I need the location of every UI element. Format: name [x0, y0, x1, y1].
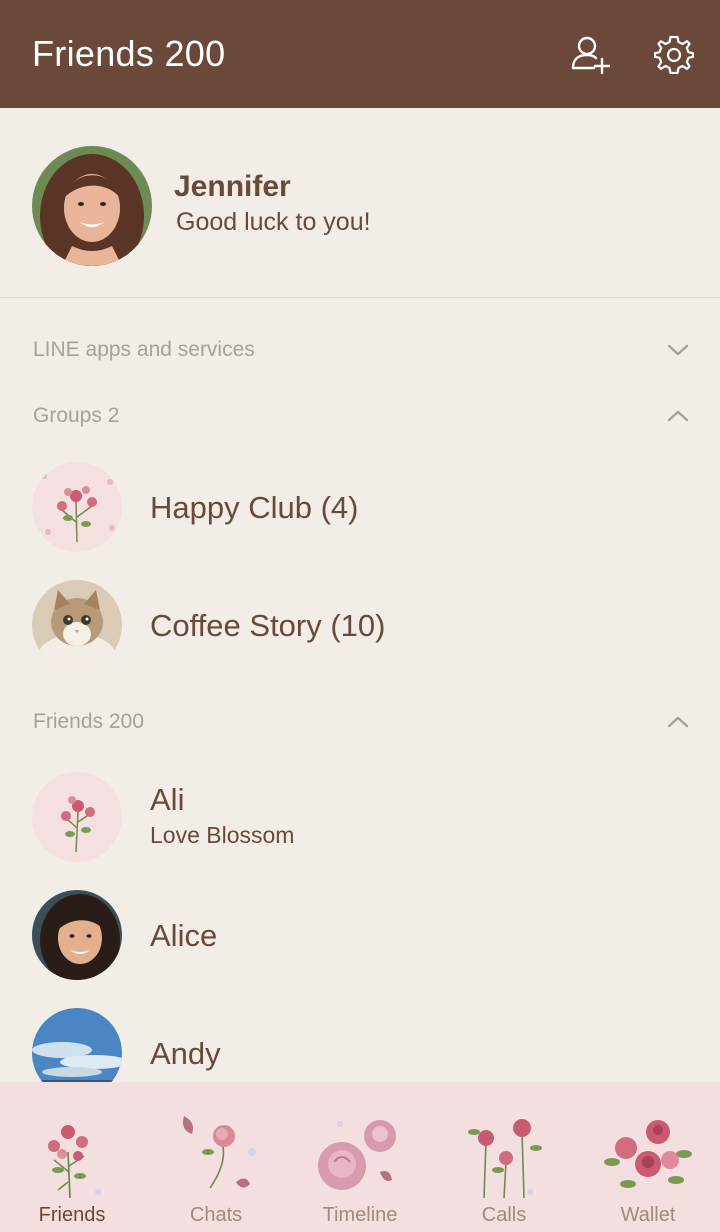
group-name: Happy Club (4)	[150, 490, 359, 525]
section-friends[interactable]: Friends 200	[0, 692, 720, 752]
add-friend-icon[interactable]	[570, 34, 610, 74]
my-profile[interactable]: Jennifer Good luck to you!	[0, 108, 720, 298]
section-label: Friends 200	[33, 710, 144, 733]
rose-stems-icon	[468, 1119, 542, 1199]
friend-name: Andy	[150, 1036, 221, 1071]
cat-photo-icon	[32, 580, 122, 670]
list-item[interactable]: Coffee Story (10)	[0, 568, 720, 680]
rose-bouquet-icon	[48, 1125, 101, 1199]
list-item[interactable]: Ali Love Blossom	[0, 760, 720, 872]
rose-sticker-icon	[32, 772, 122, 862]
tab-label: Calls	[481, 1204, 527, 1226]
woman-photo-icon	[32, 890, 122, 980]
group-name: Coffee Story (10)	[150, 608, 386, 643]
app-header: Friends 200	[0, 0, 720, 108]
pink-rose-icon	[318, 1120, 396, 1190]
avatar[interactable]	[32, 146, 152, 266]
tab-friends[interactable]: Friends	[0, 1082, 144, 1232]
avatar	[32, 462, 122, 552]
rose-petals-icon	[183, 1116, 256, 1189]
chevron-down-icon[interactable]	[666, 342, 690, 358]
profile-name: Jennifer	[174, 170, 291, 203]
tab-label: Chats	[189, 1204, 243, 1226]
page-title: Friends 200	[32, 33, 226, 74]
rose-cluster-icon	[604, 1120, 692, 1188]
avatar	[32, 580, 122, 670]
roses-pattern-icon	[32, 462, 122, 552]
chevron-up-icon[interactable]	[666, 408, 690, 424]
section-label: LINE apps and services	[33, 338, 255, 361]
list-item[interactable]: Happy Club (4)	[0, 450, 720, 562]
tab-label: Timeline	[322, 1204, 398, 1226]
section-label: Groups 2	[33, 404, 120, 427]
profile-status-message: Good luck to you!	[176, 208, 371, 236]
profile-photo	[32, 146, 152, 266]
list-item[interactable]: Alice	[0, 878, 720, 990]
gear-icon[interactable]	[654, 34, 694, 74]
bottom-tab-bar: Friends Chats Timeline Calls Wallet	[0, 1082, 720, 1232]
tab-label: Wallet	[620, 1204, 676, 1226]
tab-wallet[interactable]: Wallet	[576, 1082, 720, 1232]
section-groups[interactable]: Groups 2	[0, 386, 720, 446]
friend-name: Ali	[150, 782, 185, 817]
tab-chats[interactable]: Chats	[144, 1082, 288, 1232]
friend-status-message: Love Blossom	[150, 822, 295, 848]
section-line-services[interactable]: LINE apps and services	[0, 320, 720, 380]
avatar	[32, 772, 122, 862]
tab-label: Friends	[38, 1204, 106, 1226]
tab-calls[interactable]: Calls	[432, 1082, 576, 1232]
tab-timeline[interactable]: Timeline	[288, 1082, 432, 1232]
friend-name: Alice	[150, 918, 218, 953]
chevron-up-icon[interactable]	[666, 714, 690, 730]
avatar	[32, 890, 122, 980]
